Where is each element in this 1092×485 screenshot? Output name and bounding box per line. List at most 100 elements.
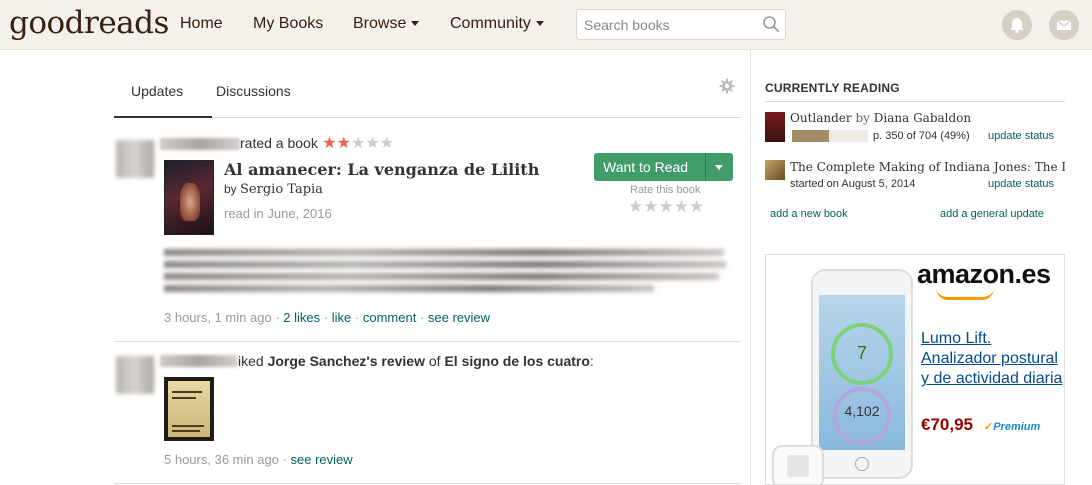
reading-progress-bar: [792, 130, 868, 142]
want-to-read-button[interactable]: Want to Read: [594, 153, 733, 181]
review-text-redacted: [164, 247, 726, 295]
book-byline: by Sergio Tapia: [224, 182, 323, 197]
phone-steps-number: 4,102: [844, 403, 880, 419]
update-time: 5 hours, 36 min ago: [164, 452, 279, 467]
review-link[interactable]: Jorge Sanchez's review: [268, 353, 425, 369]
shelf-dropdown-button[interactable]: [706, 153, 733, 181]
rate-star-2[interactable]: ★: [643, 197, 658, 216]
rating-star-5: ★: [379, 135, 395, 152]
user-name-redacted: [160, 138, 240, 150]
phone-image: 7 4,102: [811, 269, 913, 479]
ad-price: €70,95: [921, 415, 973, 434]
nav-browse[interactable]: Browse: [353, 15, 420, 33]
add-new-book-link[interactable]: add a new book: [770, 208, 848, 220]
top-navigation-bar: goodreads Home My Books Browse Community: [0, 0, 1092, 50]
rating-star-1: ★: [322, 135, 337, 152]
rate-star-4[interactable]: ★: [674, 197, 689, 216]
avatar[interactable]: [116, 356, 154, 394]
amazon-ad[interactable]: 7 4,102 amazon.es Lumo Lift. Analizador …: [765, 254, 1065, 485]
logo-reads-part: reads: [84, 5, 169, 41]
mail-icon: [1056, 19, 1072, 30]
notifications-button[interactable]: [1002, 10, 1032, 40]
separator-dot: ·: [282, 452, 287, 467]
nav-my-books[interactable]: My Books: [253, 15, 323, 33]
rating-star-4: ★: [365, 135, 380, 152]
search-box: [576, 9, 786, 40]
separator-dot: ·: [354, 310, 360, 325]
update-header: rated a book ★★★★★: [240, 135, 394, 153]
rate-stars[interactable]: ★★★★★: [628, 197, 704, 217]
update-divider: [114, 483, 741, 484]
see-review-link[interactable]: see review: [291, 452, 353, 467]
tab-updates[interactable]: Updates: [131, 83, 183, 99]
book-title-link[interactable]: El signo de los cuatro: [444, 353, 589, 369]
bell-icon: [1010, 18, 1024, 34]
ad-product-link[interactable]: Lumo Lift. Analizador postural y de acti…: [921, 329, 1064, 389]
book-cover[interactable]: [765, 112, 785, 142]
sidebar-divider: [750, 50, 751, 485]
started-date: started on August 5, 2014: [790, 178, 916, 190]
add-general-update-link[interactable]: add a general update: [940, 208, 1044, 220]
author-link[interactable]: Sergio Tapia: [240, 182, 323, 197]
currently-reading-heading: CURRENTLY READING: [765, 81, 900, 95]
update-time: 3 hours, 1 min ago: [164, 310, 272, 325]
active-tab-indicator: [114, 116, 212, 118]
book-cover[interactable]: [164, 377, 214, 441]
book-cover[interactable]: [164, 160, 214, 235]
progress-text: p. 350 of 704 (49%): [873, 130, 970, 142]
read-date: read in June, 2016: [224, 206, 332, 221]
rating-star-3: ★: [350, 135, 366, 152]
nav-community[interactable]: Community: [450, 15, 544, 33]
book-title-link[interactable]: Outlander: [790, 111, 852, 125]
separator-dot: ·: [323, 310, 329, 325]
update-meta: 3 hours, 1 min ago · 2 likes · like · co…: [164, 310, 490, 325]
logo-good-part: good: [9, 5, 85, 41]
reading-progress-fill: [792, 130, 830, 142]
like-link[interactable]: like: [332, 310, 352, 325]
rating-star-2: ★: [336, 135, 351, 152]
comment-link[interactable]: comment: [363, 310, 416, 325]
goodreads-logo[interactable]: goodreads: [9, 5, 169, 41]
user-rating-stars: ★★★★★: [322, 135, 394, 152]
phone-goal-number: 7: [856, 343, 867, 363]
author-link[interactable]: Diana Gabaldon: [874, 111, 971, 125]
nav-home[interactable]: Home: [180, 15, 223, 33]
see-review-link[interactable]: see review: [428, 310, 490, 325]
rate-star-1[interactable]: ★: [628, 197, 643, 216]
tab-discussions[interactable]: Discussions: [216, 83, 291, 99]
by-label: by: [855, 111, 870, 125]
chevron-down-icon: [411, 21, 420, 27]
by-label: by: [224, 182, 237, 196]
update-status-link[interactable]: update status: [988, 178, 1054, 190]
search-input[interactable]: [577, 10, 757, 39]
rate-star-3[interactable]: ★: [659, 197, 674, 216]
avatar[interactable]: [116, 140, 154, 178]
nav-community-label: Community: [450, 15, 531, 32]
user-name-redacted: [160, 355, 238, 367]
device-image: [772, 445, 824, 484]
update-header: iked Jorge Sanchez's review of El signo …: [238, 353, 594, 369]
amazon-logo: amazon.es: [917, 259, 1051, 289]
rate-star-5[interactable]: ★: [689, 197, 704, 216]
rate-this-book-label: Rate this book: [630, 184, 701, 196]
update-divider: [114, 341, 741, 342]
amazon-smile-icon: [936, 288, 994, 300]
messages-button[interactable]: [1049, 10, 1079, 40]
prime-label: Premium: [993, 421, 1041, 433]
check-icon: ✓: [984, 421, 994, 433]
update-meta: 5 hours, 36 min ago · see review: [164, 452, 353, 467]
feed-tabs: Updates Discussions: [114, 74, 741, 118]
update-action-text: iked: [238, 353, 264, 369]
gear-icon[interactable]: [719, 78, 735, 94]
update-status-link[interactable]: update status: [988, 130, 1054, 142]
likes-link[interactable]: 2 likes: [283, 310, 320, 325]
book-title-link[interactable]: Al amanecer: La venganza de Lilith: [224, 160, 539, 179]
book-cover[interactable]: [765, 160, 785, 180]
nav-browse-label: Browse: [353, 15, 407, 32]
search-icon[interactable]: [762, 15, 780, 33]
heading-divider: [765, 101, 1065, 102]
separator-dot: ·: [275, 310, 280, 325]
book-title-link[interactable]: The Complete Making of Indiana Jones: Th…: [790, 160, 1065, 174]
want-to-read-label: Want to Read: [603, 159, 689, 175]
prime-badge: ✓Premium: [984, 420, 1040, 433]
